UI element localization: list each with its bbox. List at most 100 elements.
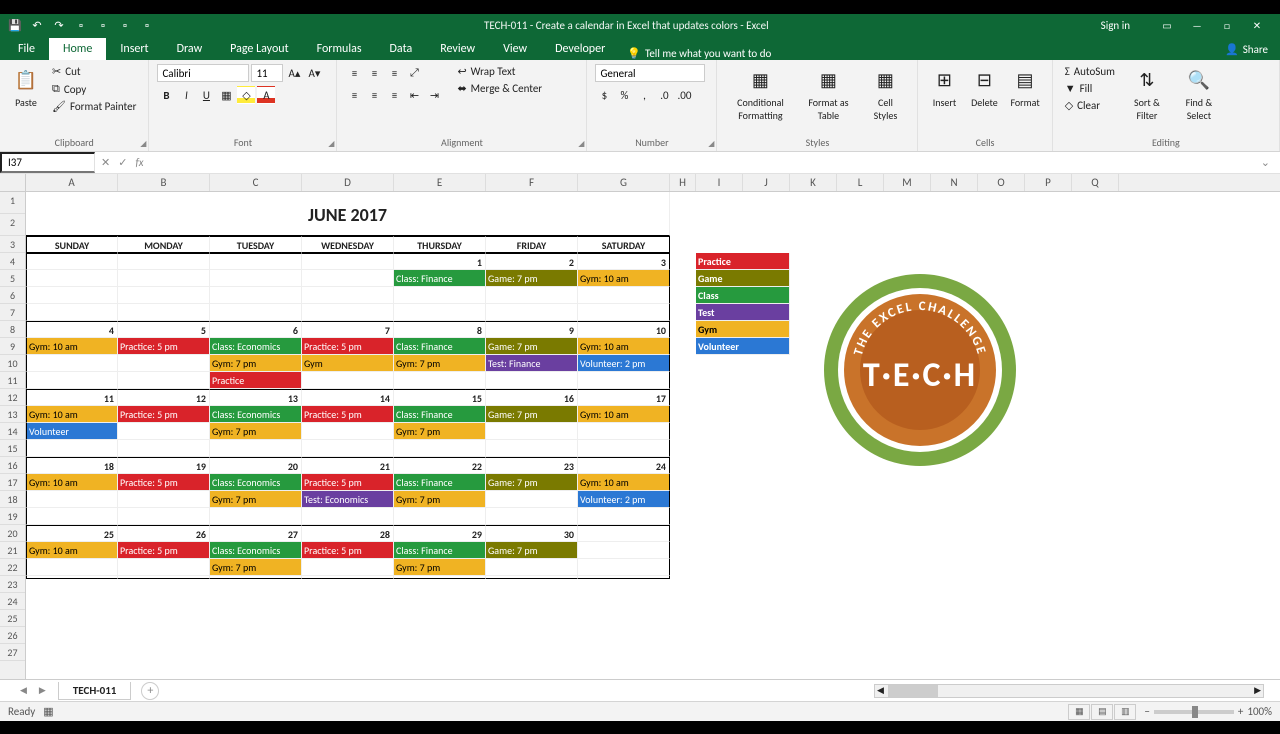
signin-link[interactable]: Sign in (1101, 19, 1130, 32)
cell-I4[interactable]: Practice (696, 253, 790, 270)
cell-A1[interactable]: JUNE 2017 (26, 192, 670, 236)
cell-F3[interactable]: FRIDAY (486, 236, 578, 253)
cell-A8[interactable]: 4 (26, 321, 118, 338)
cell-B18[interactable] (118, 491, 210, 508)
cell-D13[interactable]: Practice: 5 pm (302, 406, 394, 423)
cell-D15[interactable] (302, 440, 394, 457)
align-top-icon[interactable]: ≡ (345, 64, 363, 82)
cell-C19[interactable] (210, 508, 302, 525)
cell-A10[interactable] (26, 355, 118, 372)
cell-E18[interactable]: Gym: 7 pm (394, 491, 486, 508)
cell-D19[interactable] (302, 508, 394, 525)
cell-E5[interactable]: Class: Finance (394, 270, 486, 287)
cell-A6[interactable] (26, 287, 118, 304)
autosum-button[interactable]: ΣAutoSum (1061, 64, 1119, 79)
tab-review[interactable]: Review (426, 38, 489, 60)
cell-G14[interactable] (578, 423, 670, 440)
ribbon-options-icon[interactable]: ▭ (1154, 17, 1180, 33)
cell-E15[interactable] (394, 440, 486, 457)
cell-G9[interactable]: Gym: 10 am (578, 338, 670, 355)
cell-B17[interactable]: Practice: 5 pm (118, 474, 210, 491)
row-header-24[interactable]: 24 (0, 593, 25, 610)
col-header-D[interactable]: D (302, 174, 394, 191)
cell-B13[interactable]: Practice: 5 pm (118, 406, 210, 423)
worksheet-grid[interactable]: ABCDEFGHIJKLMNOPQ 1234567891011121314151… (0, 174, 1280, 679)
cell-F17[interactable]: Game: 7 pm (486, 474, 578, 491)
cell-G17[interactable]: Gym: 10 am (578, 474, 670, 491)
cell-D9[interactable]: Practice: 5 pm (302, 338, 394, 355)
share-button[interactable]: 👤Share (1213, 39, 1280, 60)
row-header-18[interactable]: 18 (0, 491, 25, 508)
tab-data[interactable]: Data (376, 38, 427, 60)
cell-G19[interactable] (578, 508, 670, 525)
cell-F16[interactable]: 23 (486, 457, 578, 474)
delete-button[interactable]: ⊟Delete (966, 64, 1002, 134)
row-header-22[interactable]: 22 (0, 559, 25, 576)
border-button[interactable]: ▦ (217, 86, 235, 104)
cell-A22[interactable] (26, 576, 118, 579)
new-sheet-button[interactable]: + (141, 682, 159, 700)
tab-insert[interactable]: Insert (106, 38, 162, 60)
cell-D14[interactable] (302, 423, 394, 440)
cell-B16[interactable]: 19 (118, 457, 210, 474)
tab-developer[interactable]: Developer (541, 38, 619, 60)
formula-bar[interactable] (152, 156, 1253, 169)
col-header-Q[interactable]: Q (1072, 174, 1119, 191)
horizontal-scrollbar[interactable]: ◀▶ (874, 684, 1264, 698)
cell-C22[interactable]: Gym: 7 pm (210, 559, 302, 576)
tell-me[interactable]: 💡Tell me what you want to do (627, 47, 771, 60)
cell-B21[interactable]: Practice: 5 pm (118, 542, 210, 559)
cell-B4[interactable] (118, 253, 210, 270)
bold-button[interactable]: B (157, 86, 175, 104)
cell-F5[interactable]: Game: 7 pm (486, 270, 578, 287)
col-header-B[interactable]: B (118, 174, 210, 191)
enter-icon[interactable]: ✓ (118, 156, 127, 169)
cell-E12[interactable]: 15 (394, 389, 486, 406)
cell-B8[interactable]: 5 (118, 321, 210, 338)
cell-G6[interactable] (578, 287, 670, 304)
align-center-icon[interactable]: ≡ (365, 86, 383, 104)
cell-F22[interactable] (486, 559, 578, 576)
cell-E21[interactable]: Class: Finance (394, 542, 486, 559)
cell-C12[interactable]: 13 (210, 389, 302, 406)
expand-formula-icon[interactable]: ⌄ (1261, 156, 1270, 169)
cell-A15[interactable] (26, 440, 118, 457)
row-header-21[interactable]: 21 (0, 542, 25, 559)
cell-C6[interactable] (210, 287, 302, 304)
save-icon[interactable]: 💾 (8, 18, 22, 32)
col-header-I[interactable]: I (696, 174, 743, 191)
cell-A16[interactable]: 18 (26, 457, 118, 474)
tab-home[interactable]: Home (49, 38, 106, 60)
minimize-icon[interactable]: — (1184, 17, 1210, 33)
cell-B9[interactable]: Practice: 5 pm (118, 338, 210, 355)
cell-E4[interactable]: 1 (394, 253, 486, 270)
align-left-icon[interactable]: ≡ (345, 86, 363, 104)
tab-file[interactable]: File (4, 38, 49, 60)
open-icon[interactable]: ▫ (96, 18, 110, 32)
sheet-nav-prev[interactable]: ◀ (20, 685, 27, 696)
cell-E11[interactable] (394, 372, 486, 389)
cell-I8[interactable]: Gym (696, 321, 790, 338)
cell-F12[interactable]: 16 (486, 389, 578, 406)
row-header-26[interactable]: 26 (0, 627, 25, 644)
row-header-11[interactable]: 11 (0, 372, 25, 389)
cell-A18[interactable] (26, 491, 118, 508)
cell-A4[interactable] (26, 253, 118, 270)
cell-A19[interactable] (26, 508, 118, 525)
cell-E16[interactable]: 22 (394, 457, 486, 474)
clear-button[interactable]: ◇Clear (1061, 98, 1119, 113)
col-header-A[interactable]: A (26, 174, 118, 191)
cell-I6[interactable]: Class (696, 287, 790, 304)
cell-I9[interactable]: Volunteer (696, 338, 790, 355)
cell-A5[interactable] (26, 270, 118, 287)
cell-C13[interactable]: Class: Economics (210, 406, 302, 423)
row-header-4[interactable]: 4 (0, 253, 25, 270)
cell-E20[interactable]: 29 (394, 525, 486, 542)
grow-font-icon[interactable]: A▴ (285, 64, 303, 82)
col-header-G[interactable]: G (578, 174, 670, 191)
cell-F21[interactable]: Game: 7 pm (486, 542, 578, 559)
cell-D18[interactable]: Test: Economics (302, 491, 394, 508)
align-bot-icon[interactable]: ≡ (385, 64, 403, 82)
cell-D22[interactable] (302, 576, 394, 579)
row-header-3[interactable]: 3 (0, 236, 25, 253)
